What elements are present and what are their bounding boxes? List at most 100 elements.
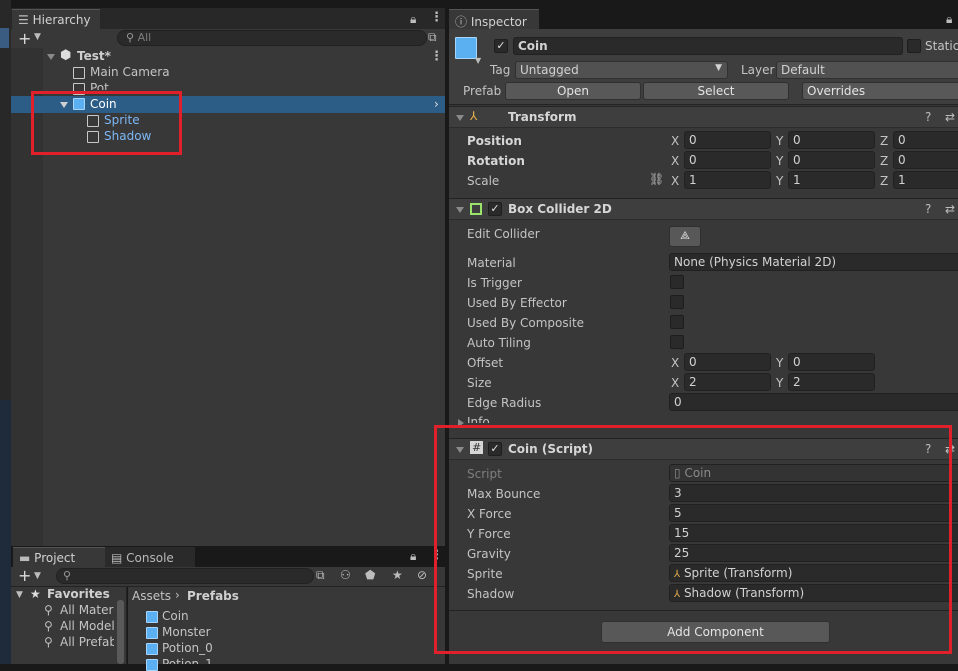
scene-menu-icon[interactable]: ⋮ xyxy=(430,49,443,64)
edit-collider-label: Edit Collider xyxy=(467,227,540,241)
constrain-proportions-icon[interactable]: ⛓ xyxy=(649,172,664,186)
object-name-field[interactable]: Coin xyxy=(513,37,903,55)
favorite-item[interactable]: All Materi xyxy=(60,603,114,617)
prefab-overrides-button[interactable]: Overrides xyxy=(802,82,958,100)
position-y-field[interactable]: 0 xyxy=(788,131,875,149)
project-search-input[interactable]: ⚲ xyxy=(56,568,314,584)
hierarchy-item-test-scene[interactable]: Test* xyxy=(77,49,111,63)
scale-x-field[interactable]: 1 xyxy=(684,171,771,189)
axis-x-label: X xyxy=(671,376,680,390)
lock-icon[interactable]: 🔒︎ xyxy=(410,549,416,564)
scene-view-edge-lower xyxy=(0,400,11,664)
favorites-label[interactable]: Favorites xyxy=(47,587,110,601)
help-icon[interactable]: ? xyxy=(925,110,931,124)
material-field[interactable]: None (Physics Material 2D) xyxy=(669,253,958,271)
rotation-y-field[interactable]: 0 xyxy=(788,151,875,169)
help-icon[interactable]: ? xyxy=(925,202,931,216)
axis-x-label: X xyxy=(671,356,680,370)
rotation-z-field[interactable]: 0 xyxy=(893,151,958,169)
layer-value: Default xyxy=(781,63,825,77)
edit-collider-button[interactable]: ⟁ xyxy=(669,226,701,247)
auto-tiling-checkbox[interactable] xyxy=(670,335,684,349)
tag-dropdown[interactable]: Untagged ▼ xyxy=(515,61,728,79)
project-tree-scrollbar[interactable] xyxy=(117,600,124,664)
chevron-down-icon: ▼ xyxy=(715,63,722,73)
active-checkbox[interactable]: ✓ xyxy=(494,39,508,53)
star-icon[interactable]: ★ xyxy=(392,568,403,582)
layer-label: Layer xyxy=(741,63,775,77)
chevron-right-icon[interactable]: › xyxy=(434,97,439,111)
asset-item[interactable]: Coin xyxy=(162,609,189,623)
is-trigger-checkbox[interactable] xyxy=(670,275,684,289)
prefab-icon xyxy=(146,643,158,655)
axis-x-label: X xyxy=(671,174,680,188)
tab-console[interactable]: ▤ Console xyxy=(105,547,195,567)
box-collider-header[interactable]: ✓ Box Collider 2D ? ⇄ xyxy=(449,198,958,220)
used-by-composite-checkbox[interactable] xyxy=(670,315,684,329)
breadcrumb-separator-icon: › xyxy=(175,588,180,602)
search-icon: ⚲ xyxy=(44,619,53,633)
search-by-label-icon[interactable]: ⚇ xyxy=(340,568,351,582)
info-icon: ⓘ xyxy=(455,15,468,29)
breadcrumb-prefabs[interactable]: Prefabs xyxy=(187,589,239,603)
layer-dropdown[interactable]: Default xyxy=(776,61,958,79)
component-settings-icon[interactable]: ⇄ xyxy=(945,202,955,216)
tab-inspector[interactable]: ⓘ Inspector xyxy=(449,9,539,29)
edit-collider-icon: ⟁ xyxy=(680,229,690,242)
prefab-select-button[interactable]: Select xyxy=(643,82,789,100)
box-collider-icon xyxy=(470,203,482,215)
folder-icon: ▬ xyxy=(19,551,31,565)
breadcrumb-assets[interactable]: Assets xyxy=(132,589,171,603)
icon-dropdown-icon[interactable]: ▼ xyxy=(475,56,481,65)
add-icon[interactable]: + xyxy=(18,29,31,48)
position-z-field[interactable]: 0 xyxy=(893,131,958,149)
expand-arrow-icon[interactable] xyxy=(456,115,464,121)
tab-project[interactable]: ▬ Project xyxy=(13,547,105,567)
component-settings-icon[interactable]: ⇄ xyxy=(945,110,955,124)
scene-visibility-icon[interactable]: ⧉ xyxy=(428,30,437,45)
add-dropdown-icon[interactable]: ▼ xyxy=(34,571,41,581)
asset-item[interactable]: Potion_1 xyxy=(162,657,213,664)
expand-arrow-icon[interactable] xyxy=(47,54,55,60)
hierarchy-item-main-camera[interactable]: Main Camera xyxy=(90,65,170,79)
lock-icon[interactable]: 🔒︎ xyxy=(946,12,952,27)
scale-y-field[interactable]: 1 xyxy=(788,171,875,189)
tag-icon[interactable]: ⬟ xyxy=(365,568,375,582)
favorite-item[interactable]: All Model xyxy=(60,619,114,633)
position-x-field[interactable]: 0 xyxy=(684,131,771,149)
hidden-packages-icon[interactable]: ⊘ xyxy=(417,568,427,582)
prefab-open-button[interactable]: Open xyxy=(505,82,641,100)
hierarchy-item-pot[interactable]: Pot xyxy=(90,81,109,90)
offset-y-field[interactable]: 0 xyxy=(788,353,875,371)
hierarchy-icon: ☰ xyxy=(18,13,29,27)
tab-hierarchy[interactable]: ☰ Hierarchy xyxy=(12,9,100,29)
static-checkbox[interactable] xyxy=(907,39,921,53)
expand-arrow-icon[interactable] xyxy=(456,207,464,213)
asset-item[interactable]: Monster xyxy=(162,625,211,639)
rotation-x-field[interactable]: 0 xyxy=(684,151,771,169)
hierarchy-menu-icon[interactable]: ⋮ xyxy=(430,10,443,25)
tab-hierarchy-label: Hierarchy xyxy=(32,13,91,27)
scene-view-edge-highlight xyxy=(0,28,9,48)
offset-x-field[interactable]: 0 xyxy=(684,353,771,371)
tab-inspector-label: Inspector xyxy=(470,15,527,29)
size-x-field[interactable]: 2 xyxy=(684,373,771,391)
search-by-type-icon[interactable]: ⧉ xyxy=(316,568,325,583)
add-dropdown-icon[interactable]: ▼ xyxy=(34,32,41,42)
transform-header[interactable]: ⅄ Transform ? ⇄ xyxy=(449,106,958,128)
favorite-item[interactable]: All Prefab xyxy=(60,635,114,649)
expand-arrow-icon[interactable]: ▼ xyxy=(16,590,23,600)
axis-z-label: Z xyxy=(880,134,889,148)
info-label[interactable]: Info xyxy=(467,415,490,423)
offset-label: Offset xyxy=(467,356,504,370)
box-collider-enabled-checkbox[interactable]: ✓ xyxy=(488,202,502,216)
size-y-field[interactable]: 2 xyxy=(788,373,875,391)
asset-item[interactable]: Potion_0 xyxy=(162,641,213,655)
used-by-effector-checkbox[interactable] xyxy=(670,295,684,309)
edge-radius-field[interactable]: 0 xyxy=(669,393,958,411)
scale-z-field[interactable]: 1 xyxy=(893,171,958,189)
favorites-star-icon: ★ xyxy=(30,587,41,601)
lock-icon[interactable]: 🔒︎ xyxy=(410,12,416,27)
add-icon[interactable]: + xyxy=(18,566,31,585)
hierarchy-search-input[interactable]: ⚲ All xyxy=(117,30,427,46)
